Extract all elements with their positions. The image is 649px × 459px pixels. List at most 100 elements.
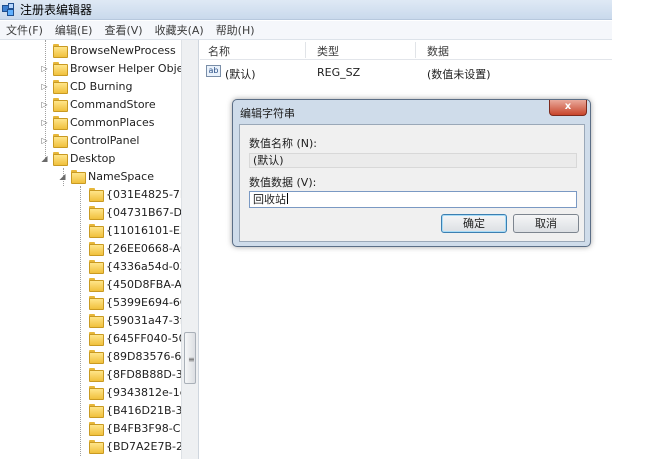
tree-item[interactable]: ◢ Desktop — [40, 149, 115, 167]
menu-file[interactable]: 文件(F) — [0, 22, 49, 38]
window-titlebar[interactable]: 注册表编辑器 — [0, 0, 612, 20]
folder-icon — [89, 260, 104, 274]
tree-item[interactable]: {BD7A2E7B-21 — [76, 437, 190, 455]
tree-item[interactable]: {89D83576-6B — [76, 347, 189, 365]
dialog-body: 数值名称 (N): (默认) 数值数据 (V): 回收站 确定 取消 — [239, 124, 585, 242]
folder-icon — [89, 188, 104, 202]
expand-arrow-icon — [40, 46, 49, 55]
tree-item[interactable]: {645FF040-508 — [76, 329, 193, 347]
collapse-arrow-icon[interactable]: ◢ — [58, 172, 67, 181]
dialog-title: 编辑字符串 — [240, 107, 295, 120]
column-header-name[interactable]: 名称 — [208, 43, 230, 59]
tree-item[interactable]: {450D8FBA-AD — [76, 275, 190, 293]
edit-string-dialog: 编辑字符串 x 数值名称 (N): (默认) 数值数据 (V): 回收站 确定 … — [232, 99, 591, 247]
value-name: (默认) — [225, 68, 256, 81]
expand-arrow-icon — [76, 406, 85, 415]
tree-item[interactable]: {B4FB3F98-C1I — [76, 419, 191, 437]
tree-item-label: {89D83576-6B — [106, 349, 189, 363]
column-header-type[interactable]: 类型 — [317, 43, 339, 59]
tree-item-label: {59031a47-3f7 — [106, 313, 191, 327]
value-data-input[interactable]: 回收站 — [249, 191, 577, 208]
tree-item[interactable]: {9343812e-1c3 — [76, 383, 193, 401]
list-item[interactable]: ab (默认) REG_SZ (数值未设置) — [200, 62, 612, 81]
close-button[interactable]: x — [549, 100, 587, 116]
menu-bar: 文件(F) 编辑(E) 查看(V) 收藏夹(A) 帮助(H) — [0, 21, 612, 40]
value-name-field: (默认) — [249, 153, 577, 168]
expand-arrow-icon — [76, 370, 85, 379]
expand-arrow-icon[interactable]: ▷ — [40, 82, 49, 91]
tree-item[interactable]: ▷ ControlPanel — [40, 131, 139, 149]
tree-item-label: CommonPlaces — [70, 115, 155, 129]
tree-item[interactable]: ▷ Browser Helper Obje — [40, 59, 183, 77]
expand-arrow-icon — [76, 388, 85, 397]
tree-item-label: {BD7A2E7B-21 — [106, 439, 190, 453]
tree-item[interactable]: {031E4825-7B9 — [76, 185, 194, 203]
menu-help[interactable]: 帮助(H) — [210, 22, 261, 38]
folder-icon — [89, 206, 104, 220]
tree-item[interactable]: BrowseNewProcess — [40, 41, 176, 59]
folder-icon — [53, 44, 68, 58]
folder-icon — [53, 80, 68, 94]
tree-item[interactable]: {4336a54d-038 — [76, 257, 194, 275]
expand-arrow-icon — [76, 442, 85, 451]
expand-arrow-icon — [76, 226, 85, 235]
collapse-arrow-icon[interactable]: ◢ — [40, 154, 49, 163]
expand-arrow-icon — [76, 424, 85, 433]
registry-tree[interactable]: BrowseNewProcess ▷ Browser Helper Obje ▷ CD … — [0, 40, 199, 459]
tree-item[interactable]: {B416D21B-3E — [76, 401, 189, 419]
tree-item-label: Browser Helper Obje — [70, 61, 184, 75]
column-divider[interactable] — [305, 42, 306, 58]
expand-arrow-icon — [76, 280, 85, 289]
folder-icon — [89, 386, 104, 400]
folder-icon — [89, 404, 104, 418]
string-value-icon: ab — [206, 65, 221, 77]
tree-item-label: {645FF040-508 — [106, 331, 193, 345]
tree-item[interactable]: {11016101-E36 — [76, 221, 194, 239]
window-title: 注册表编辑器 — [20, 3, 93, 17]
folder-icon — [89, 422, 104, 436]
tree-item-label: {450D8FBA-AD — [106, 277, 191, 291]
tree-item[interactable]: {26EE0668-A00 — [76, 239, 194, 257]
expand-arrow-icon[interactable]: ▷ — [40, 100, 49, 109]
expand-arrow-icon — [76, 262, 85, 271]
scrollbar-thumb[interactable]: ≡ — [184, 332, 196, 384]
tree-item-label: ControlPanel — [70, 133, 140, 147]
tree-item[interactable]: ◢ NameSpace — [58, 167, 154, 185]
expand-arrow-icon — [76, 352, 85, 361]
tree-item-label: BrowseNewProcess — [70, 43, 176, 57]
value-data-text: 回收站 — [253, 193, 286, 206]
expand-arrow-icon[interactable]: ▷ — [40, 136, 49, 145]
tree-item-label: {B416D21B-3E — [106, 403, 190, 417]
tree-item-label: Desktop — [70, 151, 116, 165]
ok-button[interactable]: 确定 — [441, 214, 507, 233]
menu-view[interactable]: 查看(V) — [98, 22, 148, 38]
folder-icon — [53, 152, 68, 166]
expand-arrow-icon[interactable]: ▷ — [40, 118, 49, 127]
tree-item[interactable]: {04731B67-D9 — [76, 203, 189, 221]
folder-icon — [89, 350, 104, 364]
column-header-data[interactable]: 数据 — [427, 43, 449, 59]
text-caret — [287, 193, 288, 204]
folder-icon — [89, 440, 104, 454]
expand-arrow-icon — [76, 334, 85, 343]
folder-icon — [89, 368, 104, 382]
menu-edit[interactable]: 编辑(E) — [49, 22, 99, 38]
expand-arrow-icon — [76, 244, 85, 253]
scrollbar-grip-icon: ≡ — [188, 355, 195, 364]
tree-item[interactable]: {5399E694-6CE — [76, 293, 195, 311]
menu-favorites[interactable]: 收藏夹(A) — [149, 22, 210, 38]
tree-item[interactable]: ▷ CommandStore — [40, 95, 156, 113]
column-divider[interactable] — [415, 42, 416, 58]
value-type: REG_SZ — [317, 66, 361, 79]
folder-icon — [53, 116, 68, 130]
tree-item[interactable]: ▷ CommonPlaces — [40, 113, 155, 131]
regedit-icon — [2, 2, 16, 17]
expand-arrow-icon — [76, 298, 85, 307]
tree-item-label: CD Burning — [70, 79, 133, 93]
tree-item[interactable]: {8FD8B88D-30 — [76, 365, 190, 383]
tree-scrollbar[interactable]: ≡ — [181, 40, 198, 459]
cancel-button[interactable]: 取消 — [513, 214, 579, 233]
tree-item[interactable]: ▷ CD Burning — [40, 77, 132, 95]
tree-item[interactable]: {59031a47-3f7 — [76, 311, 191, 329]
expand-arrow-icon[interactable]: ▷ — [40, 64, 49, 73]
